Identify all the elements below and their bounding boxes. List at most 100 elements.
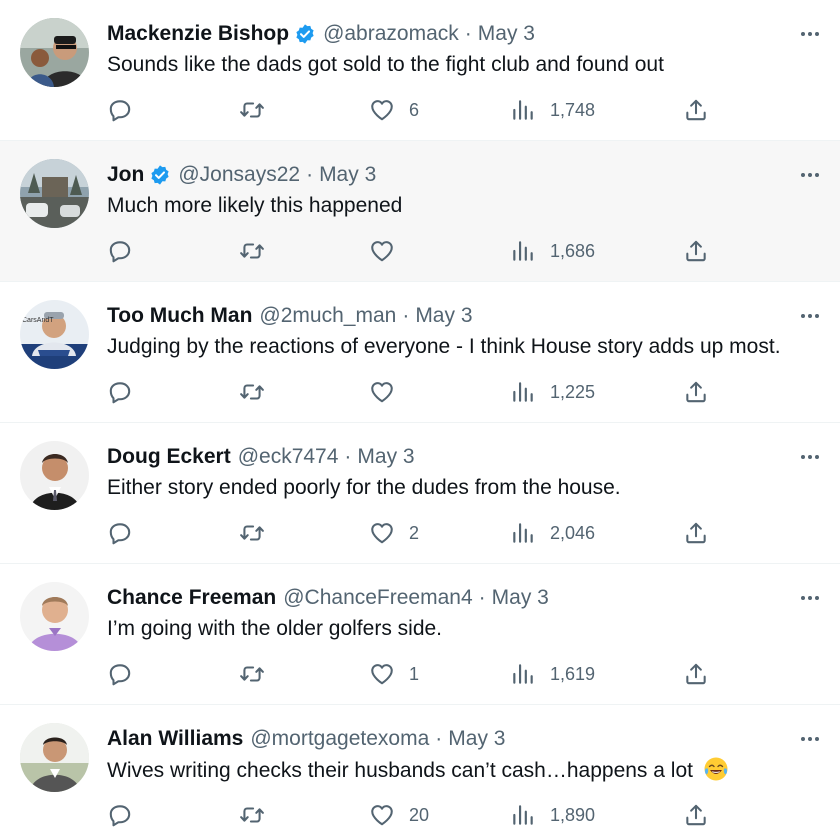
- views-chart-icon: [510, 238, 536, 264]
- author-name[interactable]: Alan Williams: [107, 727, 243, 751]
- author-handle[interactable]: @ChanceFreeman4: [283, 586, 472, 610]
- retweet-button[interactable]: [239, 801, 265, 829]
- separator: ·: [435, 727, 443, 750]
- share-button[interactable]: [683, 801, 709, 829]
- share-icon: [683, 520, 709, 546]
- retweet-icon: [239, 802, 265, 828]
- like-button[interactable]: [369, 378, 409, 406]
- avatar[interactable]: [20, 159, 89, 228]
- more-dots-icon[interactable]: [798, 22, 822, 46]
- avatar[interactable]: [20, 18, 89, 87]
- views-button[interactable]: 1,619: [510, 660, 595, 688]
- separator: ·: [464, 22, 472, 45]
- action-bar: 1 1,619: [107, 660, 727, 688]
- avatar[interactable]: [20, 582, 89, 651]
- author-name[interactable]: Mackenzie Bishop: [107, 22, 289, 46]
- share-icon: [683, 97, 709, 123]
- like-button[interactable]: 6: [369, 96, 419, 124]
- reply-button[interactable]: [107, 378, 133, 406]
- tweet-card[interactable]: Mackenzie Bishop @abrazomack · May 3 Sou…: [0, 0, 840, 141]
- reply-icon: [107, 802, 133, 828]
- avatar[interactable]: [20, 723, 89, 792]
- tweet-card[interactable]: Alan Williams @mortgagetexoma · May 3 Wi…: [0, 705, 840, 840]
- author-handle[interactable]: @eck7474: [238, 445, 339, 469]
- tweet-card[interactable]: Doug Eckert @eck7474 · May 3 Either stor…: [0, 423, 840, 564]
- avatar[interactable]: [20, 441, 89, 510]
- author-handle[interactable]: @abrazomack: [323, 22, 459, 46]
- tweet-text: Sounds like the dads got sold to the fig…: [107, 53, 664, 76]
- author-name[interactable]: Too Much Man: [107, 304, 252, 328]
- heart-icon: [369, 238, 395, 264]
- tweet-date[interactable]: May 3: [357, 445, 414, 469]
- tweet-text: I’m going with the older golfers side.: [107, 617, 443, 640]
- reply-button[interactable]: [107, 519, 133, 547]
- more-dots-icon[interactable]: [798, 445, 822, 469]
- more-dots-icon[interactable]: [798, 304, 822, 328]
- reply-button[interactable]: [107, 801, 133, 829]
- reply-feed: Mackenzie Bishop @abrazomack · May 3 Sou…: [0, 0, 840, 840]
- reply-button[interactable]: [107, 96, 133, 124]
- retweet-button[interactable]: [239, 237, 265, 265]
- share-button[interactable]: [683, 96, 709, 124]
- tweet-header: Jon @Jonsays22 · May 3: [107, 160, 376, 190]
- reply-icon: [107, 661, 133, 687]
- tweet-date[interactable]: May 3: [478, 22, 535, 46]
- heart-icon: [369, 379, 395, 405]
- action-bar: 20 1,890: [107, 801, 727, 829]
- view-count: 1,890: [550, 804, 596, 825]
- tweet-header: Doug Eckert @eck7474 · May 3: [107, 442, 415, 472]
- share-button[interactable]: [683, 660, 709, 688]
- retweet-button[interactable]: [239, 660, 265, 688]
- author-name[interactable]: Chance Freeman: [107, 586, 276, 610]
- tweet-card[interactable]: Chance Freeman @ChanceFreeman4 · May 3 I…: [0, 564, 840, 705]
- reply-button[interactable]: [107, 660, 133, 688]
- reply-button[interactable]: [107, 237, 133, 265]
- tears-of-joy-emoji: [703, 756, 729, 782]
- retweet-button[interactable]: [239, 96, 265, 124]
- like-count: 2: [409, 522, 420, 543]
- views-button[interactable]: 1,225: [510, 378, 595, 406]
- action-bar: 2 2,046: [107, 519, 727, 547]
- tweet-text: Either story ended poorly for the dudes …: [107, 476, 621, 499]
- share-button[interactable]: [683, 378, 709, 406]
- author-handle[interactable]: @Jonsays22: [178, 163, 300, 187]
- heart-icon: [369, 661, 395, 687]
- views-button[interactable]: 1,890: [510, 801, 595, 829]
- more-dots-icon[interactable]: [798, 586, 822, 610]
- more-dots-icon[interactable]: [798, 727, 822, 751]
- view-count: 1,748: [550, 99, 596, 120]
- share-button[interactable]: [683, 237, 709, 265]
- heart-icon: [369, 802, 395, 828]
- views-button[interactable]: 1,748: [510, 96, 595, 124]
- author-handle[interactable]: @2much_man: [259, 304, 396, 328]
- like-button[interactable]: 2: [369, 519, 419, 547]
- views-button[interactable]: 1,686: [510, 237, 595, 265]
- like-button[interactable]: 20: [369, 801, 429, 829]
- tweet-card[interactable]: Jon @Jonsays22 · May 3 Much more likely …: [0, 141, 840, 282]
- retweet-button[interactable]: [239, 519, 265, 547]
- tweet-date[interactable]: May 3: [415, 304, 472, 328]
- retweet-icon: [239, 520, 265, 546]
- retweet-button[interactable]: [239, 378, 265, 406]
- separator: ·: [478, 586, 486, 609]
- tweet-date[interactable]: May 3: [448, 727, 505, 751]
- more-dots-icon[interactable]: [798, 163, 822, 187]
- author-name[interactable]: Jon: [107, 163, 144, 187]
- avatar[interactable]: CarsAndT: [20, 300, 89, 369]
- share-icon: [683, 379, 709, 405]
- tweet-text: Judging by the reactions of everyone - I…: [107, 335, 781, 358]
- author-handle[interactable]: @mortgagetexoma: [250, 727, 429, 751]
- like-button[interactable]: 1: [369, 660, 419, 688]
- share-button[interactable]: [683, 519, 709, 547]
- like-count: 6: [409, 99, 420, 120]
- like-button[interactable]: [369, 237, 409, 265]
- views-chart-icon: [510, 661, 536, 687]
- tweet-header: Too Much Man @2much_man · May 3: [107, 301, 473, 331]
- retweet-icon: [239, 97, 265, 123]
- views-button[interactable]: 2,046: [510, 519, 595, 547]
- tweet-card[interactable]: CarsAndT Too Much Man @2much_man · May 3…: [0, 282, 840, 423]
- tweet-date[interactable]: May 3: [492, 586, 549, 610]
- tweet-date[interactable]: May 3: [319, 163, 376, 187]
- author-name[interactable]: Doug Eckert: [107, 445, 231, 469]
- avatar-logo-text: CarsAndT: [22, 317, 54, 324]
